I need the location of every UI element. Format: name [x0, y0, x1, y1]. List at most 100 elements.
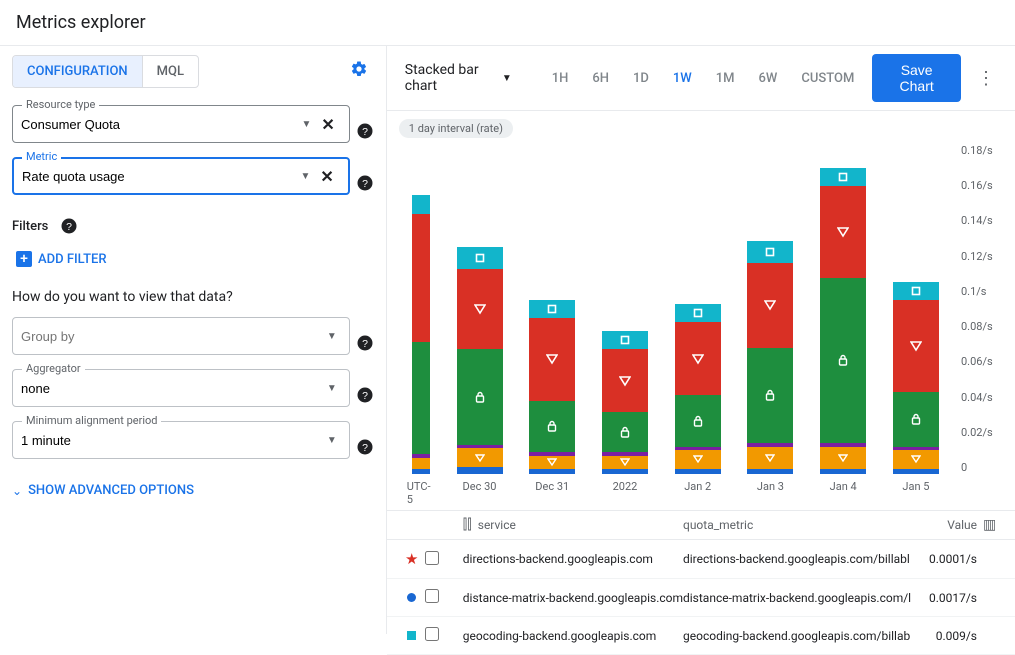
bar-seg-blue_dk[interactable]: [893, 469, 939, 475]
bar-seg-purple[interactable]: [675, 447, 721, 451]
gear-icon[interactable]: [344, 54, 374, 89]
time-tab-custom[interactable]: CUSTOM: [791, 65, 864, 92]
bar-seg-purple[interactable]: [457, 445, 503, 449]
resource-type-input[interactable]: [21, 117, 297, 132]
bar-seg-green[interactable]: [820, 278, 866, 443]
bar-seg-teal[interactable]: [893, 282, 939, 300]
help-icon[interactable]: ?: [356, 122, 374, 140]
bar-seg-teal[interactable]: [412, 195, 430, 213]
chevron-down-icon[interactable]: ▼: [323, 383, 341, 394]
bar-seg-orange[interactable]: [675, 450, 721, 468]
chevron-down-icon[interactable]: ▼: [323, 435, 341, 446]
help-icon[interactable]: ?: [356, 386, 374, 404]
bar-seg-orange[interactable]: [412, 458, 430, 469]
help-icon[interactable]: ?: [60, 217, 78, 235]
metric-field[interactable]: Metric ▼ ✕: [12, 157, 350, 195]
bar-seg-purple[interactable]: [602, 452, 648, 456]
bar-seg-teal[interactable]: [602, 331, 648, 349]
bar-seg-orange[interactable]: [457, 448, 503, 466]
bar-seg-purple[interactable]: [893, 447, 939, 451]
time-tab-6w[interactable]: 6W: [749, 65, 788, 92]
chevron-down-icon[interactable]: ▼: [323, 331, 341, 342]
tab-configuration[interactable]: CONFIGURATION: [13, 56, 142, 87]
legend-header: ⫿⫿ service quota_metric Value ▥: [387, 511, 1015, 540]
save-chart-button[interactable]: Save Chart: [872, 54, 961, 102]
bar-seg-green[interactable]: [893, 392, 939, 447]
bar-seg-blue_dk[interactable]: [457, 467, 503, 474]
alignment-input[interactable]: [21, 433, 323, 448]
aggregator-field[interactable]: Aggregator ▼: [12, 369, 350, 407]
bar-seg-red[interactable]: [457, 269, 503, 350]
tab-mql[interactable]: MQL: [142, 56, 198, 87]
bar-seg-blue_dk[interactable]: [675, 469, 721, 475]
bar-seg-teal[interactable]: [747, 241, 793, 263]
bar-seg-orange[interactable]: [602, 456, 648, 469]
bar-seg-teal[interactable]: [529, 300, 575, 318]
bar-seg-blue_dk[interactable]: [412, 469, 430, 475]
bar-seg-orange[interactable]: [820, 447, 866, 469]
time-tab-1h[interactable]: 1H: [542, 65, 579, 92]
bar-seg-purple[interactable]: [412, 454, 430, 458]
bar-seg-red[interactable]: [675, 322, 721, 395]
bar-seg-orange[interactable]: [529, 456, 575, 469]
chevron-down-icon[interactable]: ▼: [296, 171, 314, 182]
bar-seg-green[interactable]: [412, 342, 430, 454]
help-icon[interactable]: ?: [356, 334, 374, 352]
bar-seg-red[interactable]: [412, 214, 430, 342]
columns-icon[interactable]: ▥: [983, 517, 1003, 533]
more-icon[interactable]: ⋮: [969, 64, 1003, 93]
legend-row[interactable]: distance-matrix-backend.googleapis.comdi…: [387, 579, 1015, 617]
bar-seg-red[interactable]: [820, 186, 866, 278]
time-tab-1w[interactable]: 1W: [663, 65, 702, 92]
group-by-input[interactable]: [21, 329, 323, 344]
aggregator-input[interactable]: [21, 381, 323, 396]
bar-seg-green[interactable]: [675, 395, 721, 446]
bar-seg-purple[interactable]: [529, 452, 575, 456]
show-advanced-button[interactable]: ⌄ SHOW ADVANCED OPTIONS: [12, 473, 194, 508]
bar-seg-blue_dk[interactable]: [747, 469, 793, 475]
metric-input[interactable]: [22, 169, 296, 184]
bar-seg-blue_dk[interactable]: [820, 469, 866, 475]
chart-type-selector[interactable]: Stacked bar chart ▼: [399, 58, 518, 98]
bar-seg-green[interactable]: [457, 349, 503, 444]
alignment-field[interactable]: Minimum alignment period ▼: [12, 421, 350, 459]
bar-seg-orange[interactable]: [893, 450, 939, 468]
group-by-field[interactable]: ▼: [12, 317, 350, 355]
bar-seg-teal[interactable]: [675, 304, 721, 322]
help-icon[interactable]: ?: [356, 174, 374, 192]
bar-seg-teal[interactable]: [457, 247, 503, 269]
time-tab-1d[interactable]: 1D: [623, 65, 659, 92]
legend-row[interactable]: geocoding-backend.googleapis.comgeocodin…: [387, 617, 1015, 655]
chevron-down-icon[interactable]: ▼: [297, 119, 315, 130]
bar-seg-purple[interactable]: [820, 443, 866, 447]
close-icon[interactable]: ✕: [315, 115, 340, 134]
legend-col-value[interactable]: Value: [913, 518, 983, 532]
legend-row[interactable]: ★directions-backend.googleapis.comdirect…: [387, 540, 1015, 579]
legend-checkbox[interactable]: [425, 589, 439, 603]
bar-seg-purple[interactable]: [747, 443, 793, 447]
bar-seg-green[interactable]: [602, 412, 648, 452]
bar-seg-green[interactable]: [529, 401, 575, 452]
legend-checkbox[interactable]: [425, 551, 439, 565]
resource-type-field[interactable]: Resource type ▼ ✕: [12, 105, 350, 143]
group-icon[interactable]: ⫿⫿: [463, 517, 472, 533]
chart-plot[interactable]: 0.18/s0.16/s0.14/s0.12/s0.1/s0.08/s0.06/…: [399, 144, 1003, 504]
legend-col-service[interactable]: service: [478, 518, 516, 532]
add-filter-button[interactable]: + ADD FILTER: [12, 245, 111, 273]
time-tab-6h[interactable]: 6H: [582, 65, 619, 92]
help-icon[interactable]: ?: [356, 438, 374, 456]
bar-seg-red[interactable]: [893, 300, 939, 392]
legend-col-quota[interactable]: quota_metric: [683, 518, 913, 532]
bar-seg-blue_dk[interactable]: [529, 469, 575, 475]
bar-seg-orange[interactable]: [747, 447, 793, 469]
time-tab-1m[interactable]: 1M: [706, 65, 745, 92]
bar-seg-green[interactable]: [747, 348, 793, 443]
close-icon[interactable]: ✕: [314, 167, 339, 186]
bar-seg-red[interactable]: [747, 263, 793, 347]
bar-seg-red[interactable]: [529, 318, 575, 401]
bar-seg-blue_dk[interactable]: [602, 469, 648, 475]
bar-seg-red[interactable]: [602, 349, 648, 411]
bar-seg-teal[interactable]: [820, 168, 866, 186]
legend-service: directions-backend.googleapis.com: [463, 552, 683, 566]
legend-checkbox[interactable]: [425, 627, 439, 641]
